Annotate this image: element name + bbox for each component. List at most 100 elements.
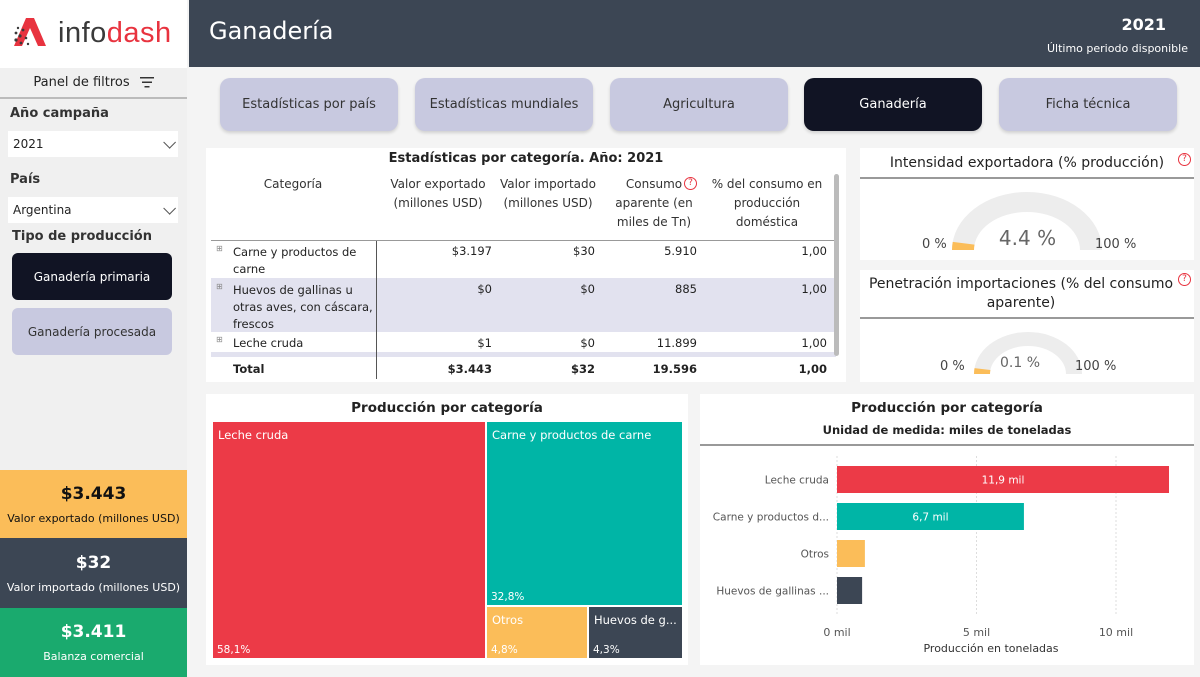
cell-category: Huevos de gallinas u otras aves, con cás… — [233, 283, 373, 331]
cell-exported: $0 — [477, 282, 492, 296]
table-title: Estadísticas por categoría. Año: 2021 — [388, 151, 664, 166]
expand-icon[interactable]: ⊞ — [216, 244, 223, 253]
treemap-cell-pct: 4,3% — [593, 644, 620, 656]
cell-category: Carne y productos de carne — [233, 245, 357, 276]
header-divider — [211, 240, 836, 241]
x-tick-label: 5 mil — [963, 626, 990, 639]
cell-total-imported: $32 — [570, 362, 595, 376]
gauge-max: 100 % — [1095, 237, 1137, 252]
kpi-exported-value: $3.443 — [60, 483, 127, 504]
gauge-divider — [860, 177, 1194, 179]
year-dropdown[interactable]: 2021 — [8, 131, 178, 157]
kpi-imported-label: Valor importado (millones USD) — [6, 580, 181, 594]
chevron-down-icon — [163, 135, 176, 149]
treemap-cell-pct: 58,1% — [217, 644, 251, 656]
gauge-divider — [860, 317, 1194, 319]
gauge-min: 0 % — [940, 359, 965, 374]
x-tick-label: 10 mil — [1099, 626, 1133, 639]
page-title: Ganadería — [209, 17, 334, 45]
country-dropdown[interactable]: Argentina — [8, 197, 178, 223]
cell-consumption: 885 — [675, 282, 697, 296]
cell-imported: $0 — [580, 282, 595, 296]
y-category-label: Carne y productos d... — [713, 512, 829, 524]
header-bar: Ganadería 2021 Último periodo disponible — [189, 0, 1200, 67]
treemap-cell-milk[interactable]: Leche cruda 58,1% — [213, 422, 485, 658]
treemap-cell-name: Huevos de g... — [594, 613, 677, 627]
kpi-exported-label: Valor exportado (millones USD) — [7, 511, 180, 525]
cell-domestic-pct: 1,00 — [801, 336, 827, 350]
kpi-imported: $32 Valor importado (millones USD) — [0, 538, 187, 608]
treemap-cell-pct: 32,8% — [491, 591, 525, 603]
sidebar: infodash Panel de filtros Año campaña 20… — [0, 0, 187, 677]
row-background — [211, 352, 836, 357]
cell-exported: $3.197 — [451, 244, 492, 258]
expand-icon[interactable]: ⊞ — [216, 335, 223, 344]
bar[interactable] — [837, 577, 863, 604]
x-tick-label: 0 mil — [823, 626, 850, 639]
tab-agriculture[interactable]: Agricultura — [610, 78, 788, 131]
cell-total-consumption: 19.596 — [652, 362, 697, 376]
chevron-down-icon — [163, 201, 176, 215]
filter-panel-header[interactable]: Panel de filtros — [0, 68, 187, 99]
help-icon[interactable]: ? — [1178, 273, 1191, 286]
gauge-value: 0.1 % — [999, 355, 1041, 371]
bar[interactable] — [837, 540, 865, 567]
cell-consumption: 5.910 — [664, 244, 697, 258]
gauge-import-penetration: Penetración importaciones (% del consumo… — [860, 270, 1194, 382]
col-header-exported[interactable]: Valor exportado (millones USD) — [384, 175, 492, 213]
tab-technical-sheet[interactable]: Ficha técnica — [999, 78, 1177, 131]
table-scrollbar[interactable] — [834, 174, 839, 356]
gauge-title: Intensidad exportadora (% producción) — [889, 155, 1165, 171]
kpi-exported: $3.443 Valor exportado (millones USD) — [0, 470, 187, 538]
production-type-label: Tipo de producción — [12, 229, 152, 244]
help-icon[interactable]: ? — [1178, 153, 1191, 166]
filter-icon — [139, 77, 154, 88]
type-button-primary[interactable]: Ganadería primaria — [12, 253, 172, 300]
logo-mark-icon — [14, 18, 46, 46]
data-label: 11,9 mil — [982, 475, 1025, 487]
treemap-cell-name: Otros — [492, 613, 524, 627]
treemap-cell-pct: 4,8% — [491, 644, 518, 656]
country-filter-label: País — [10, 172, 41, 187]
header-year: 2021 — [1121, 15, 1166, 34]
type-button-processed[interactable]: Ganadería procesada — [12, 308, 172, 355]
cell-category: Leche cruda — [233, 336, 304, 350]
treemap-cell-eggs[interactable]: Huevos de g... 4,3% — [589, 607, 682, 658]
kpi-balance-label: Balanza comercial — [43, 650, 144, 663]
help-icon[interactable]: ? — [684, 177, 697, 190]
column-divider — [376, 241, 377, 379]
logo-text: infodash — [58, 17, 172, 49]
gauge-export-intensity: Intensidad exportadora (% producción) ? … — [860, 148, 1194, 260]
year-dropdown-value: 2021 — [13, 137, 44, 151]
cell-consumption: 11.899 — [656, 336, 697, 350]
treemap-cell-meat[interactable]: Carne y productos de carne 32,8% — [487, 422, 682, 605]
cell-total-domestic-pct: 1,00 — [798, 362, 827, 376]
treemap-panel: Producción por categoría Leche cruda 58,… — [206, 394, 688, 665]
bar-chart-subtitle: Unidad de medida: miles de toneladas — [822, 423, 1072, 437]
bar-chart-title: Producción por categoría — [851, 400, 1043, 416]
tab-world-stats[interactable]: Estadísticas mundiales — [415, 78, 593, 131]
year-filter-label: Año campaña — [10, 106, 109, 121]
bar-chart: 0 mil 5 mil 10 mil Leche cruda 11,9 mil Carne… — [713, 456, 1169, 655]
cell-total-exported: $3.443 — [447, 362, 492, 376]
y-category-label: Huevos de gallinas ... — [716, 586, 829, 598]
cell-total-label: Total — [233, 362, 265, 376]
tab-livestock[interactable]: Ganadería — [804, 78, 982, 131]
gauge-max: 100 % — [1075, 359, 1117, 374]
gauge-value: 4.4 % — [998, 226, 1057, 250]
bar-chart-panel: Producción por categoría Unidad de medid… — [700, 394, 1194, 665]
tab-country-stats[interactable]: Estadísticas por país — [220, 78, 398, 131]
cell-imported: $30 — [573, 244, 595, 258]
treemap-cell-other[interactable]: Otros 4,8% — [487, 607, 587, 658]
col-header-imported[interactable]: Valor importado (millones USD) — [496, 175, 600, 213]
header-period-note: Último periodo disponible — [1046, 42, 1188, 55]
treemap-cell-name: Carne y productos de carne — [492, 428, 652, 442]
col-header-category[interactable]: Categoría — [238, 175, 348, 194]
kpi-imported-value: $32 — [75, 552, 112, 573]
treemap-title: Producción por categoría — [351, 400, 543, 416]
col-header-domestic-pct[interactable]: % del consumo en producción doméstica — [706, 175, 828, 232]
filter-panel-label: Panel de filtros — [33, 75, 130, 90]
expand-icon[interactable]: ⊞ — [216, 282, 223, 291]
cell-domestic-pct: 1,00 — [801, 282, 827, 296]
y-category-label: Leche cruda — [765, 475, 829, 487]
